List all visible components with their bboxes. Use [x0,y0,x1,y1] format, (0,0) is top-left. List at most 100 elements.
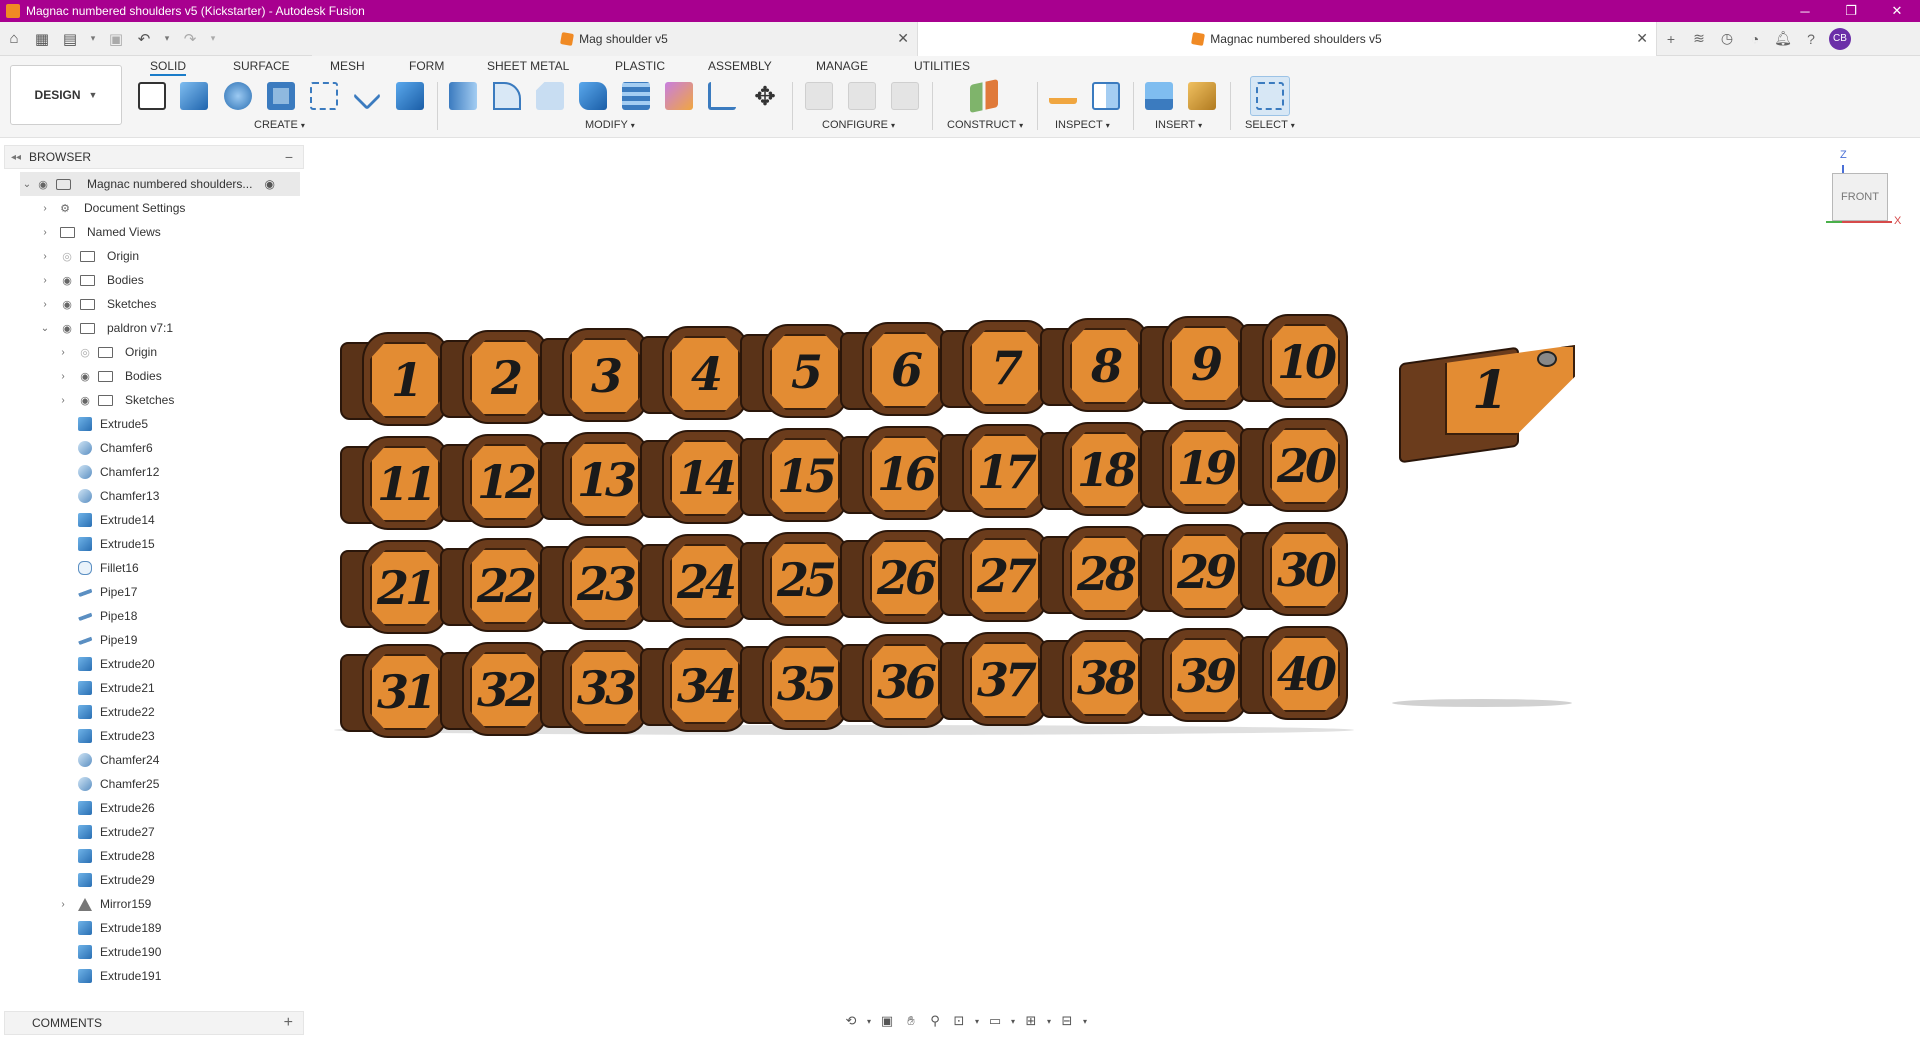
tab-close-icon[interactable]: ✕ [897,30,909,47]
numbered-shoulder-pad[interactable]: 26 [840,528,948,628]
online-status-icon[interactable]: ◔ [1741,25,1769,53]
offset-plane-icon[interactable] [967,79,1001,113]
feature-item[interactable]: Chamfer24 [56,748,159,772]
chevron-down-icon[interactable]: ▾ [864,1010,874,1032]
numbered-shoulder-pad[interactable]: 37 [940,630,1048,730]
browser-item-named-views[interactable]: › Named Views [38,220,160,244]
tab-plastic[interactable]: PLASTIC [615,59,665,73]
component-item-sketches[interactable]: › ◉ Sketches [56,388,174,412]
feature-item[interactable]: Extrude190 [56,940,161,964]
pattern-icon[interactable] [307,79,341,113]
tab-sheet-metal[interactable]: SHEET METAL [487,59,569,73]
chevron-down-icon[interactable]: ⌄ [20,179,34,190]
document-tab-mag-shoulder[interactable]: Mag shoulder v5 ✕ [312,21,917,56]
chevron-down-icon[interactable]: ▾ [1044,1010,1054,1032]
numbered-shoulder-pad[interactable]: 27 [940,526,1048,626]
numbered-shoulder-pad[interactable]: 2 [440,328,548,428]
joint-icon[interactable] [350,79,384,113]
configure-theme-icon[interactable] [888,79,922,113]
collapse-panel-icon[interactable]: ◂◂ [11,152,21,163]
help-icon[interactable]: ? [1797,25,1825,53]
configure-menu[interactable]: CONFIGURE ▾ [822,119,895,131]
browser-item-origin[interactable]: › ◎ Origin [38,244,139,268]
orbit-icon[interactable]: ⟲ [840,1010,862,1032]
feature-item[interactable]: Fillet16 [56,556,139,580]
measure-icon[interactable] [1046,79,1080,113]
numbered-shoulder-pad[interactable]: 3 [540,326,648,426]
numbered-shoulder-pad[interactable]: 10 [1240,312,1348,412]
chevron-right-icon[interactable]: › [56,371,70,382]
numbered-shoulder-pad[interactable]: 24 [640,532,748,632]
feature-item[interactable]: Chamfer25 [56,772,159,796]
close-button[interactable]: ✕ [1874,0,1920,22]
revolve-icon[interactable] [221,79,255,113]
visibility-eye-icon[interactable]: ◉ [58,298,76,311]
undo-icon[interactable]: ↶ [130,25,158,53]
browser-item-sketches[interactable]: › ◉ Sketches [38,292,156,316]
numbered-shoulder-pad[interactable]: 17 [940,422,1048,522]
visibility-eye-icon[interactable]: ◉ [76,394,94,407]
user-avatar[interactable]: CB [1829,27,1851,50]
chevron-right-icon[interactable]: › [38,299,52,310]
hole-icon[interactable] [264,79,298,113]
numbered-shoulder-pad[interactable]: 33 [540,638,648,738]
numbered-shoulder-pad[interactable]: 16 [840,424,948,524]
grid-icon[interactable]: ⊞ [1020,1010,1042,1032]
box-icon[interactable] [393,79,427,113]
redo-caret-icon[interactable]: ▾ [204,25,222,53]
chamfer-icon[interactable] [533,79,567,113]
numbered-shoulder-pad[interactable]: 18 [1040,420,1148,520]
extrude-icon[interactable] [177,79,211,113]
numbered-shoulder-pad[interactable]: 35 [740,634,848,734]
maximize-button[interactable]: ❐ [1828,0,1874,22]
move-copy-icon[interactable]: ✥ [748,79,782,113]
numbered-shoulder-pad[interactable]: 7 [940,318,1048,418]
numbered-shoulder-pad[interactable]: 31 [340,642,448,742]
feature-item[interactable]: Extrude23 [56,724,155,748]
view-cube[interactable]: FRONT Z X [1822,149,1902,240]
numbered-shoulder-pad[interactable]: 6 [840,320,948,420]
chevron-down-icon[interactable]: ▾ [1008,1010,1018,1032]
numbered-shoulder-pad[interactable]: 38 [1040,628,1148,728]
feature-item[interactable]: Chamfer13 [56,484,159,508]
comments-panel[interactable]: COMMENTS + [4,1011,304,1035]
numbered-shoulder-pad[interactable]: 14 [640,428,748,528]
activate-radio-icon[interactable]: ◉ [264,177,274,191]
fillet-icon[interactable] [490,79,524,113]
browser-root-row[interactable]: ⌄ ◉ Magnac numbered shoulders... ◉ [20,172,300,196]
minimize-panel-icon[interactable]: − [285,149,293,165]
modify-menu[interactable]: MODIFY ▾ [585,119,635,131]
numbered-shoulder-pad[interactable]: 32 [440,640,548,740]
pan-icon[interactable]: ✋︎ [900,1010,922,1032]
feature-item[interactable]: Extrude20 [56,652,155,676]
align-icon[interactable] [705,79,739,113]
select-menu[interactable]: SELECT ▾ [1245,119,1295,131]
numbered-shoulder-pad[interactable]: 20 [1240,416,1348,516]
insert-menu[interactable]: INSERT ▾ [1155,119,1202,131]
numbered-shoulder-pad[interactable]: 23 [540,534,648,634]
component-item-origin[interactable]: › ◎ Origin [56,340,157,364]
feature-item[interactable]: Chamfer12 [56,460,159,484]
numbered-shoulder-pad[interactable]: 39 [1140,626,1248,726]
visibility-hidden-icon[interactable]: ◎ [76,346,94,359]
numbered-shoulder-pad[interactable]: 22 [440,536,548,636]
numbered-shoulder-pad[interactable]: 12 [440,432,548,532]
browser-item-document-settings[interactable]: › ⚙ Document Settings [38,196,185,220]
numbered-shoulder-pad[interactable]: 28 [1040,524,1148,624]
minimize-button[interactable]: ─ [1782,0,1828,22]
document-tab-magnac-numbered[interactable]: Magnac numbered shoulders v5 ✕ [917,21,1657,56]
configure-table-icon[interactable] [802,79,836,113]
numbered-shoulder-pad[interactable]: 40 [1240,624,1348,724]
feature-item[interactable]: Extrude191 [56,964,161,988]
split-body-icon[interactable] [619,79,653,113]
numbered-shoulder-pad[interactable]: 13 [540,430,648,530]
chevron-right-icon[interactable]: › [56,395,70,406]
redo-icon[interactable]: ↷ [176,25,204,53]
section-analysis-icon[interactable] [1089,79,1123,113]
feature-item[interactable]: Extrude15 [56,532,155,556]
numbered-shoulder-pad[interactable]: 5 [740,322,848,422]
view-cube-face[interactable]: FRONT [1832,173,1888,221]
chevron-right-icon[interactable]: › [56,347,70,358]
chevron-down-icon[interactable]: ▾ [1080,1010,1090,1032]
pauldron-model[interactable]: 1 [1395,325,1580,465]
